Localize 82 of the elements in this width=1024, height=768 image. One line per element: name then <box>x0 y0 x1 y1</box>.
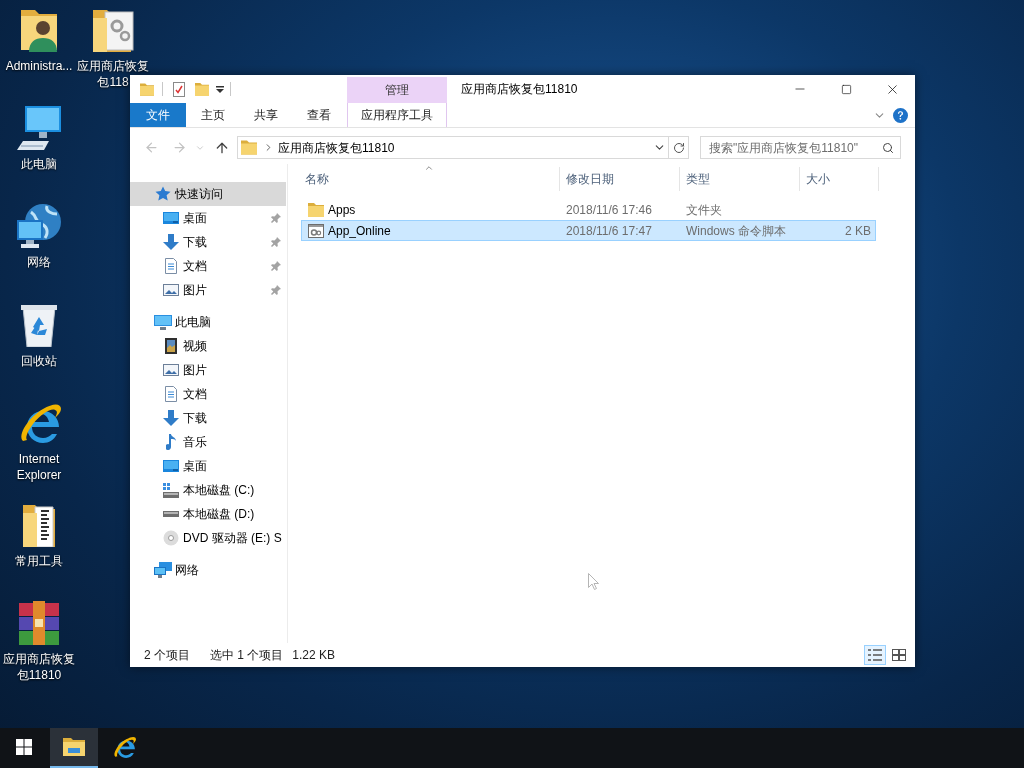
ribbon-tab[interactable]: 共享 <box>239 103 292 127</box>
gear-window-icon <box>308 223 324 238</box>
music-note-icon <box>166 434 176 450</box>
folder-icon <box>140 82 154 96</box>
view-button[interactable] <box>864 645 886 665</box>
file-type-cell-text: Windows 命令脚本 <box>685 222 787 240</box>
file-size-cell-text: 2 KB <box>844 222 872 240</box>
folder-icon <box>308 202 324 217</box>
down-arrow-icon <box>163 234 179 250</box>
search-icon <box>882 141 894 154</box>
file-row[interactable]: App_Online 2018/11/6 17:47 Windows 命令脚本 2 KB <box>301 220 876 241</box>
column-header[interactable]: 大小 <box>800 167 879 191</box>
nav-item[interactable]: 图片 <box>130 358 286 382</box>
address-bar[interactable]: 应用商店恢复包11810 <box>237 136 669 159</box>
stacked-books-icon <box>17 601 61 645</box>
forward-arrow-icon <box>171 140 187 155</box>
computer-icon <box>17 106 61 150</box>
document-icon <box>165 258 177 274</box>
nav-item[interactable]: 本地磁盘 (D:) <box>130 502 286 526</box>
refresh-button[interactable] <box>669 136 689 159</box>
refresh-icon <box>672 141 685 154</box>
file-type-cell-text: 文件夹 <box>685 201 723 219</box>
nav-item[interactable]: 网络 <box>130 558 286 582</box>
taskbar-button[interactable] <box>50 728 98 768</box>
down-arrow-icon <box>163 410 179 426</box>
contextual-tab-header: 管理 <box>347 77 447 103</box>
help-icon <box>892 107 908 123</box>
nav-item[interactable]: 桌面 <box>130 206 286 230</box>
nav-item[interactable]: 图片 <box>130 278 286 302</box>
screen-icon <box>163 460 179 472</box>
nav-item[interactable]: 音乐 <box>130 430 286 454</box>
nav-item[interactable]: 下载 <box>130 406 286 430</box>
screen-icon <box>163 212 179 224</box>
nav-item[interactable]: 此电脑 <box>130 310 286 334</box>
modified-date-cell-text: 2018/11/6 17:47 <box>565 222 653 240</box>
column-header[interactable]: 修改日期 <box>560 167 680 191</box>
drive-icon <box>163 511 179 517</box>
modified-date-cell-text: 2018/11/6 17:46 <box>565 201 653 219</box>
nav-item[interactable]: DVD 驱动器 (E:) S <box>130 526 286 550</box>
folder-icon <box>63 738 85 756</box>
globe-computer-icon <box>17 204 61 248</box>
e-logo-icon <box>112 735 136 759</box>
nav-item[interactable]: 本地磁盘 (C:) <box>130 478 286 502</box>
picture-icon <box>163 364 179 376</box>
caret-icon[interactable] <box>216 85 224 93</box>
folder-gear-icon <box>91 8 135 52</box>
item-count: 2 个项目 <box>144 647 190 664</box>
column-header[interactable]: 类型 <box>680 167 800 191</box>
ribbon-tab[interactable]: 主页 <box>186 103 239 127</box>
column-header[interactable]: 名称 <box>298 167 560 191</box>
file-tab[interactable]: 文件 <box>130 103 186 127</box>
nav-item[interactable]: 文档 <box>130 254 286 278</box>
address-breadcrumb[interactable]: 应用商店恢复包11810 <box>278 138 395 157</box>
properties-icon[interactable] <box>173 81 185 97</box>
network-icon <box>154 562 172 578</box>
folder-icon <box>241 140 257 155</box>
sort-caret-icon <box>423 163 434 173</box>
maximize-icon <box>840 83 852 95</box>
file-name: App_Online <box>328 222 391 240</box>
picture-icon <box>163 284 179 296</box>
contextual-ribbon-tab[interactable]: 应用程序工具 <box>347 103 447 127</box>
cursor-icon <box>588 573 599 590</box>
drive-icon <box>163 482 179 498</box>
disc-icon <box>163 530 179 546</box>
nav-item[interactable]: 文档 <box>130 382 286 406</box>
large-icons-view-icon <box>892 649 906 661</box>
windows-logo-icon <box>16 739 32 755</box>
details-view-icon <box>868 649 882 661</box>
nav-item[interactable]: 快速访问 <box>130 182 286 206</box>
file-name: Apps <box>328 201 356 219</box>
computer-icon <box>154 314 172 330</box>
nav-item[interactable]: 下载 <box>130 230 286 254</box>
star-icon <box>155 186 171 202</box>
ribbon-tab[interactable]: 查看 <box>292 103 345 127</box>
selection-count: 选中 1 个项目 <box>210 647 284 664</box>
film-icon <box>165 338 177 354</box>
nav-item[interactable]: 视频 <box>130 334 286 358</box>
window-title: 应用商店恢复包11810 <box>461 81 578 98</box>
search-field[interactable]: 搜索"应用商店恢复包11810" <box>700 136 901 159</box>
document-icon <box>165 386 177 402</box>
selection-size: 1.22 KB <box>292 647 336 664</box>
nav-item[interactable]: 桌面 <box>130 454 286 478</box>
